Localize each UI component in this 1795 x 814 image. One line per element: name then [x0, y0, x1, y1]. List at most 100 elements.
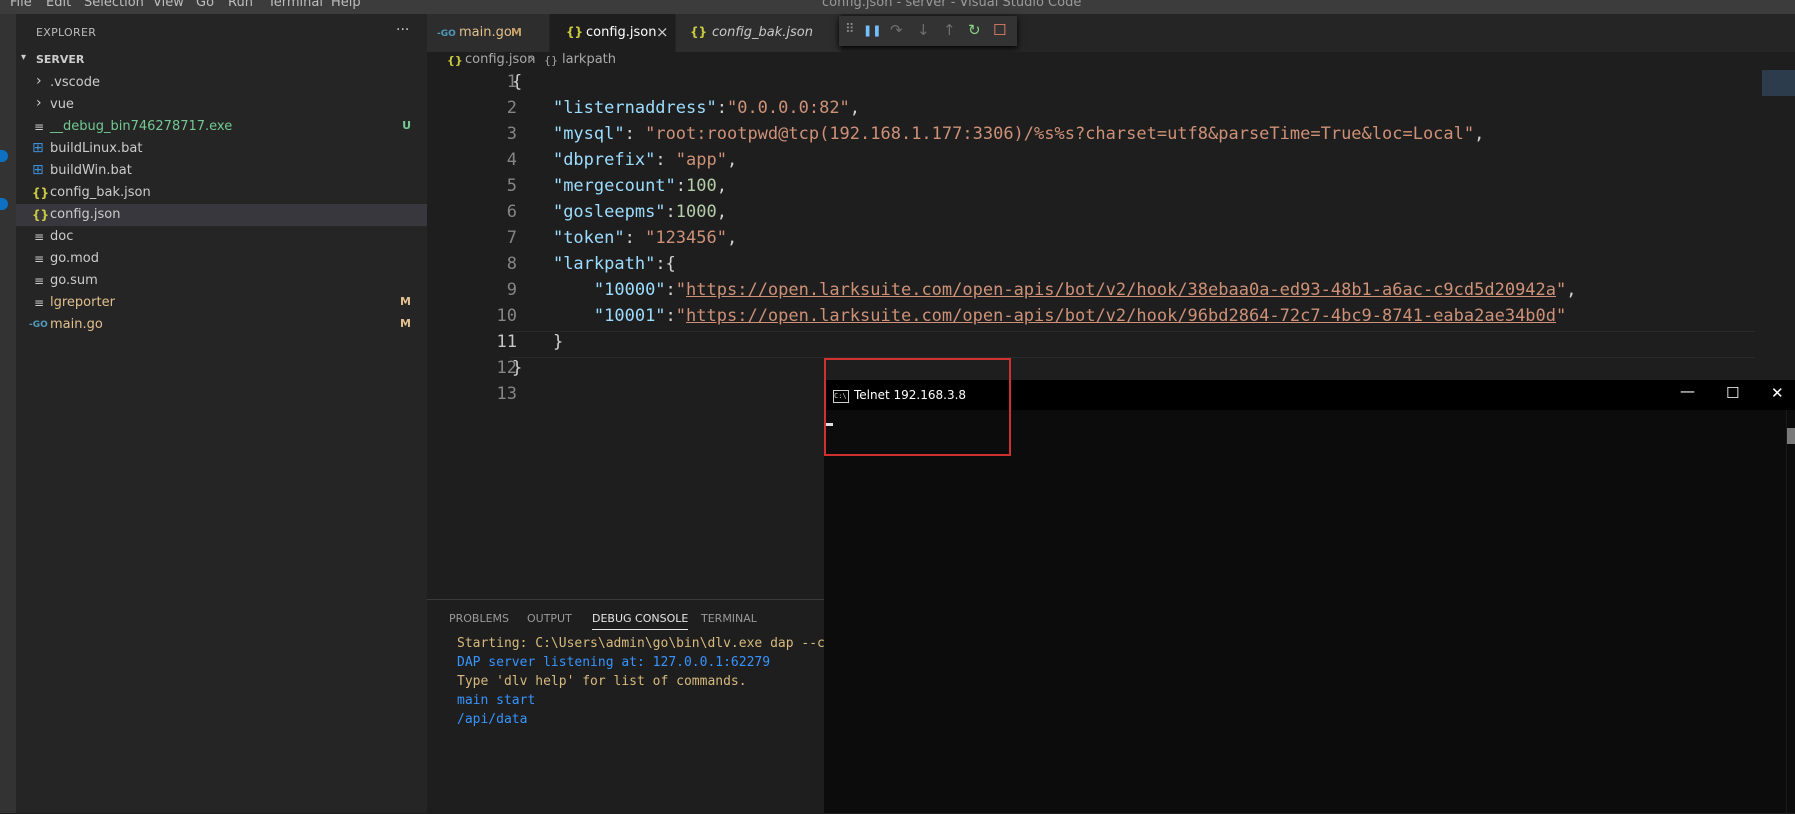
json-icon: {}: [690, 25, 708, 39]
code-link[interactable]: https://open.larksuite.com/open-apis/bot…: [686, 280, 1556, 300]
go-icon: -GO: [437, 29, 456, 39]
code-token: "app": [675, 150, 727, 170]
code-token: ": [1556, 280, 1567, 300]
tree-item-main-go[interactable]: -GO main.go M: [16, 314, 427, 336]
minimap[interactable]: [1762, 70, 1795, 96]
file-icon: ≡: [34, 296, 45, 310]
tree-item-buildlinux[interactable]: ⊞ buildLinux.bat: [16, 138, 427, 160]
more-actions-icon[interactable]: ···: [396, 22, 409, 38]
line-number: 1: [506, 72, 517, 92]
workspace-root[interactable]: SERVER: [36, 53, 84, 66]
menu-selection[interactable]: Selection: [84, 0, 144, 10]
code-token: {: [512, 72, 523, 92]
code-line[interactable]: "larkpath":{: [512, 254, 676, 274]
tab-main-go[interactable]: -GO main.go M: [427, 14, 550, 52]
tab-debug-console[interactable]: DEBUG CONSOLE: [592, 612, 689, 630]
code-link[interactable]: https://open.larksuite.com/open-apis/bot…: [686, 306, 1556, 326]
chevron-right-icon: ›: [529, 52, 535, 67]
code-token: "listernaddress": [552, 98, 717, 118]
debug-toolbar: ⠿ ❚❚ ↷ ↓ ↑ ↻ ☐: [839, 16, 1017, 46]
tree-item-vue[interactable]: › vue: [16, 94, 427, 116]
menu-view[interactable]: View: [153, 0, 184, 10]
menu-help[interactable]: Help: [331, 0, 361, 10]
tab-label: config_bak.json: [712, 25, 813, 40]
code-line[interactable]: "mysql": "root:rootpwd@tcp(192.168.1.177…: [512, 124, 1484, 144]
line-number: 3: [506, 124, 517, 144]
breadcrumb: {} config.json › {} larkpath: [427, 52, 1795, 72]
tree-item-go-mod[interactable]: ≡ go.mod: [16, 248, 427, 270]
code-token: :: [624, 228, 646, 248]
menu-edit[interactable]: Edit: [46, 0, 71, 10]
code-token: "10000": [593, 280, 666, 300]
step-over-icon[interactable]: ↷: [890, 21, 903, 39]
json-icon: {}: [32, 186, 50, 200]
go-icon: -GO: [29, 320, 48, 330]
line-number: 10: [496, 306, 517, 326]
tree-item-vscode[interactable]: › .vscode: [16, 72, 427, 94]
code-line[interactable]: }: [512, 332, 563, 352]
windows-icon: ⊞: [32, 140, 44, 156]
maximize-button[interactable]: ☐: [1726, 384, 1739, 402]
menu-run[interactable]: Run: [228, 0, 253, 10]
stop-icon[interactable]: ☐: [993, 21, 1006, 39]
tree-item-label: vue: [50, 97, 74, 112]
code-token: ": [1556, 306, 1567, 326]
tree-item-doc[interactable]: ≡ doc: [16, 226, 427, 248]
tab-output[interactable]: OUTPUT: [527, 612, 572, 625]
tree-item-debug-bin[interactable]: ≡ __debug_bin746278717.exe U: [16, 116, 427, 138]
activity-bar[interactable]: [0, 14, 16, 813]
tree-item-lgreporter[interactable]: ≡ lgreporter M: [16, 292, 427, 314]
scrollbar[interactable]: [1786, 410, 1795, 813]
code-line[interactable]: "dbprefix": "app",: [512, 150, 737, 170]
chevron-right-icon: ›: [36, 95, 42, 111]
annotation-highlight-box: [824, 358, 1011, 456]
code-line[interactable]: "token": "123456",: [512, 228, 737, 248]
line-number: 4: [506, 150, 517, 170]
code-line[interactable]: }: [512, 358, 522, 378]
close-button[interactable]: ✕: [1771, 384, 1784, 402]
breadcrumb-file[interactable]: config.json: [465, 52, 536, 67]
menu-terminal[interactable]: Terminal: [268, 0, 323, 10]
tab-config-json[interactable]: {} config.json ×: [550, 14, 676, 52]
tree-item-config-bak[interactable]: {} config_bak.json: [16, 182, 427, 204]
tab-config-bak-json[interactable]: {} config_bak.json: [676, 14, 842, 52]
code-line[interactable]: "10000":"https://open.larksuite.com/open…: [512, 280, 1577, 300]
code-line[interactable]: "10001":"https://open.larksuite.com/open…: [512, 306, 1566, 326]
tab-terminal[interactable]: TERMINAL: [701, 612, 757, 625]
code-token: }: [512, 358, 523, 378]
tree-item-label: main.go: [50, 317, 103, 332]
code-line[interactable]: "gosleepms":1000,: [512, 202, 727, 222]
object-icon: {}: [544, 54, 558, 67]
tree-item-go-sum[interactable]: ≡ go.sum: [16, 270, 427, 292]
status-badge: M: [511, 26, 522, 39]
code-line[interactable]: "mergecount":100,: [512, 176, 727, 196]
tree-item-label: lgreporter: [50, 295, 115, 310]
minimize-button[interactable]: —: [1680, 382, 1695, 400]
scrollbar-thumb[interactable]: [1787, 428, 1795, 444]
step-out-icon[interactable]: ↑: [943, 21, 956, 39]
code-line[interactable]: {: [512, 72, 522, 92]
tree-item-config[interactable]: {} config.json: [16, 204, 427, 226]
breadcrumb-symbol[interactable]: larkpath: [562, 52, 616, 67]
tree-item-label: config.json: [50, 207, 121, 222]
explorer-title: EXPLORER: [36, 26, 97, 39]
tab-problems[interactable]: PROBLEMS: [449, 612, 509, 625]
step-into-icon[interactable]: ↓: [917, 21, 930, 39]
menu-file[interactable]: File: [10, 0, 32, 10]
drag-handle-icon[interactable]: ⠿: [845, 22, 855, 37]
badge-icon: [0, 150, 8, 162]
chevron-down-icon[interactable]: ▾: [21, 52, 26, 63]
menu-go[interactable]: Go: [196, 0, 214, 10]
close-icon[interactable]: ×: [656, 23, 669, 41]
code-token: "gosleepms": [552, 202, 666, 222]
pause-icon[interactable]: ❚❚: [863, 24, 881, 37]
code-line[interactable]: "listernaddress":"0.0.0.0:82",: [512, 98, 860, 118]
tree-item-buildwin[interactable]: ⊞ buildWin.bat: [16, 160, 427, 182]
code-token: ,: [726, 228, 738, 248]
restart-icon[interactable]: ↻: [968, 21, 981, 39]
tree-item-label: .vscode: [50, 75, 100, 90]
